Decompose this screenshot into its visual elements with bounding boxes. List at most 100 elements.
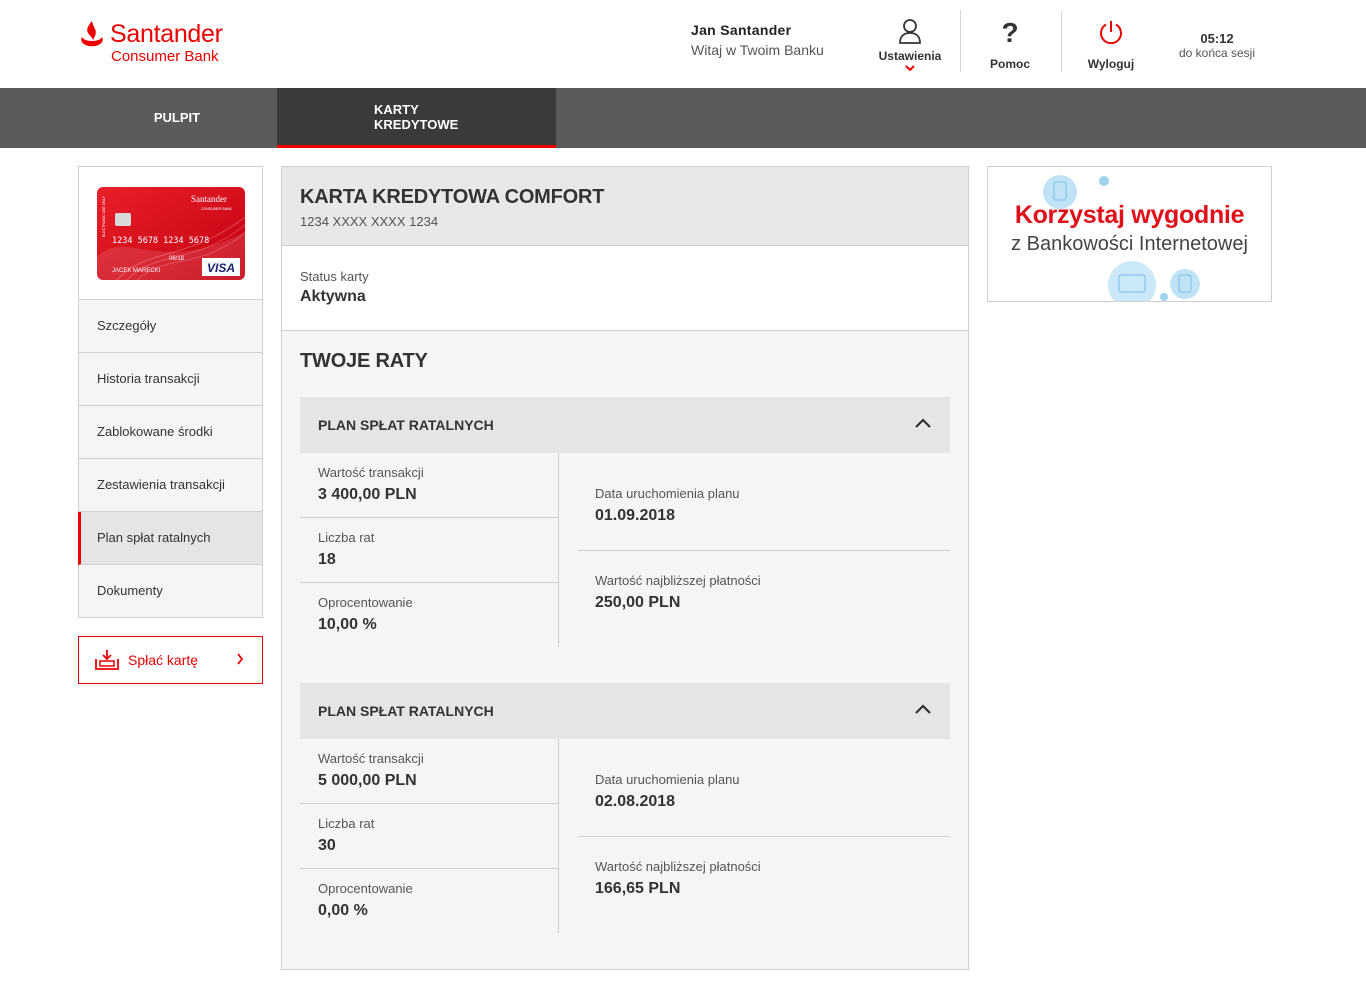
card-title: KARTA KREDYTOWA COMFORT bbox=[300, 186, 605, 208]
installments-count-label: Liczba rat bbox=[318, 816, 375, 831]
help-label: Pomoc bbox=[989, 57, 1030, 71]
sidebar-item-szczegoly[interactable]: Szczegóły bbox=[79, 300, 262, 353]
sidebar-item-zestawienia-transakcji[interactable]: Zestawienia transakcji bbox=[79, 459, 262, 512]
interest-rate-label: Oprocentowanie bbox=[318, 595, 413, 610]
transaction-value-label: Wartość transakcji bbox=[318, 465, 424, 480]
transaction-value: 3 400,00 PLN bbox=[318, 486, 417, 503]
santander-flame-icon bbox=[81, 21, 103, 47]
next-payment-value: 166,65 PLN bbox=[595, 880, 681, 897]
tab-pulpit-label: PULPIT bbox=[153, 110, 201, 125]
question-icon: ? bbox=[1002, 18, 1018, 46]
transaction-value-cell: Wartość transakcji 3 400,00 PLN bbox=[300, 453, 559, 518]
user-info: Jan Santander Witaj w Twoim Banku bbox=[691, 22, 824, 58]
svg-text:?: ? bbox=[1002, 18, 1018, 46]
credit-card-image: Santander CONSUMER BANK 1234 5678 1234 5… bbox=[97, 187, 245, 280]
status-value: Aktywna bbox=[300, 288, 366, 305]
transaction-value-cell: Wartość transakcji 5 000,00 PLN bbox=[300, 739, 559, 804]
plan-start-date: 01.09.2018 bbox=[595, 507, 676, 524]
plan-right-column: Data uruchomienia planu 01.09.2018 Warto… bbox=[578, 453, 950, 647]
logout-button[interactable]: Wyloguj bbox=[1071, 10, 1151, 72]
interest-rate-label: Oprocentowanie bbox=[318, 881, 413, 896]
plan-right-column: Data uruchomienia planu 02.08.2018 Warto… bbox=[578, 739, 950, 933]
next-payment-cell: Wartość najbliższej płatności 166,65 PLN bbox=[578, 837, 950, 924]
interest-rate-cell: Oprocentowanie 0,00 % bbox=[300, 869, 559, 934]
sidebar-item-dokumenty[interactable]: Dokumenty bbox=[79, 565, 262, 618]
chevron-up-icon[interactable] bbox=[914, 417, 932, 429]
card-header: KARTA KREDYTOWA COMFORT 1234 XXXX XXXX 1… bbox=[282, 167, 968, 246]
plan-start-label: Data uruchomienia planu bbox=[595, 772, 740, 787]
plan-title: PLAN SPŁAT RATALNYCH bbox=[318, 703, 494, 719]
chevron-down-icon bbox=[905, 65, 915, 72]
main-navigation: PULPIT KARTY KREDYTOWE bbox=[0, 88, 1366, 148]
plan-header[interactable]: PLAN SPŁAT RATALNYCH bbox=[300, 397, 950, 453]
power-icon bbox=[1100, 21, 1122, 45]
interest-rate-cell: Oprocentowanie 10,00 % bbox=[300, 583, 559, 648]
user-welcome: Witaj w Twoim Banku bbox=[691, 42, 824, 58]
tab-karty-label: KARTY KREDYTOWE bbox=[374, 102, 459, 132]
plan-start-cell: Data uruchomienia planu 02.08.2018 bbox=[578, 750, 950, 837]
tab-pulpit[interactable]: PULPIT bbox=[78, 88, 276, 148]
card-brand: Santander bbox=[191, 194, 227, 204]
plan-start-cell: Data uruchomienia planu 01.09.2018 bbox=[578, 464, 950, 551]
header: Santander Consumer Bank Jan Santander Wi… bbox=[0, 0, 1366, 88]
main-panel: KARTA KREDYTOWA COMFORT 1234 XXXX XXXX 1… bbox=[281, 166, 969, 970]
interest-rate: 0,00 % bbox=[318, 902, 368, 919]
plan-title: PLAN SPŁAT RATALNYCH bbox=[318, 417, 494, 433]
pay-icon bbox=[95, 650, 119, 670]
chevron-up-icon[interactable] bbox=[914, 703, 932, 715]
next-payment-label: Wartość najbliższej płatności bbox=[595, 859, 761, 874]
plan-details: Wartość transakcji 5 000,00 PLN Liczba r… bbox=[300, 739, 950, 933]
card-status: Status karty Aktywna bbox=[282, 246, 968, 331]
plan-start-label: Data uruchomienia planu bbox=[595, 486, 740, 501]
installments-count: 30 bbox=[318, 837, 336, 854]
transaction-value: 5 000,00 PLN bbox=[318, 772, 417, 789]
card-side-text: ELECTRONIC USE ONLY bbox=[102, 195, 106, 237]
plan-details: Wartość transakcji 3 400,00 PLN Liczba r… bbox=[300, 453, 950, 647]
user-name: Jan Santander bbox=[691, 22, 792, 38]
banner-title: Korzystaj wygodnie bbox=[1014, 201, 1245, 229]
installments-count-cell: Liczba rat 30 bbox=[300, 804, 559, 869]
header-divider bbox=[960, 10, 961, 72]
credit-card-graphic: Santander CONSUMER BANK 1234 5678 1234 5… bbox=[97, 187, 245, 280]
plan-start-date: 02.08.2018 bbox=[595, 793, 676, 810]
plan-left-column: Wartość transakcji 5 000,00 PLN Liczba r… bbox=[300, 739, 559, 933]
installments-count-label: Liczba rat bbox=[318, 530, 375, 545]
installments-title: TWOJE RATY bbox=[300, 350, 428, 372]
installments-count-cell: Liczba rat 18 bbox=[300, 518, 559, 583]
help-button[interactable]: ? Pomoc bbox=[970, 10, 1050, 72]
sidebar-item-historia-transakcji[interactable]: Historia transakcji bbox=[79, 353, 262, 406]
settings-label: Ustawienia bbox=[878, 49, 942, 63]
settings-button[interactable]: Ustawienia bbox=[870, 10, 950, 72]
tab-karty-kredytowe[interactable]: KARTY KREDYTOWE bbox=[277, 88, 556, 148]
card-thumbnail-box: Santander CONSUMER BANK 1234 5678 1234 5… bbox=[78, 166, 263, 300]
chevron-right-icon bbox=[237, 653, 244, 665]
installment-plan: PLAN SPŁAT RATALNYCH Wartość transakcji … bbox=[300, 683, 950, 933]
transaction-value-label: Wartość transakcji bbox=[318, 751, 424, 766]
installments-count: 18 bbox=[318, 551, 336, 568]
plan-left-column: Wartość transakcji 3 400,00 PLN Liczba r… bbox=[300, 453, 559, 647]
card-expiry: 06/18 bbox=[169, 256, 185, 262]
card-brand-sub: CONSUMER BANK bbox=[201, 207, 233, 211]
next-payment-value: 250,00 PLN bbox=[595, 594, 681, 611]
santander-logo[interactable]: Santander Consumer Bank bbox=[78, 18, 238, 68]
promo-banner[interactable]: Korzystaj wygodnie z Bankowości Internet… bbox=[987, 166, 1272, 302]
status-label: Status karty bbox=[300, 269, 369, 284]
next-payment-cell: Wartość najbliższej płatności 250,00 PLN bbox=[578, 551, 950, 638]
sidebar-item-plan-splat-ratalnych[interactable]: Plan spłat ratalnych bbox=[78, 512, 262, 565]
installment-plan: PLAN SPŁAT RATALNYCH Wartość transakcji … bbox=[300, 397, 950, 647]
brand-subtitle: Consumer Bank bbox=[111, 48, 219, 65]
card-menu: Szczegóły Historia transakcji Zablokowan… bbox=[78, 300, 263, 618]
card-number: 1234 XXXX XXXX 1234 bbox=[300, 214, 439, 229]
next-payment-label: Wartość najbliższej płatności bbox=[595, 573, 761, 588]
session-label: do końca sesji bbox=[1178, 46, 1256, 60]
interest-rate: 10,00 % bbox=[318, 616, 377, 633]
banner-subtitle: z Bankowości Internetowej bbox=[1011, 233, 1248, 255]
sidebar-item-zablokowane-srodki[interactable]: Zablokowane środki bbox=[79, 406, 262, 459]
visa-logo: VISA bbox=[207, 261, 235, 275]
plan-header[interactable]: PLAN SPŁAT RATALNYCH bbox=[300, 683, 950, 739]
card-holder: JACEK MARECKI bbox=[112, 268, 161, 274]
session-time: 05:12 bbox=[1200, 31, 1234, 46]
user-icon bbox=[899, 19, 921, 44]
pay-card-button[interactable]: Spłać kartę bbox=[78, 636, 263, 684]
logout-label: Wyloguj bbox=[1087, 57, 1135, 71]
